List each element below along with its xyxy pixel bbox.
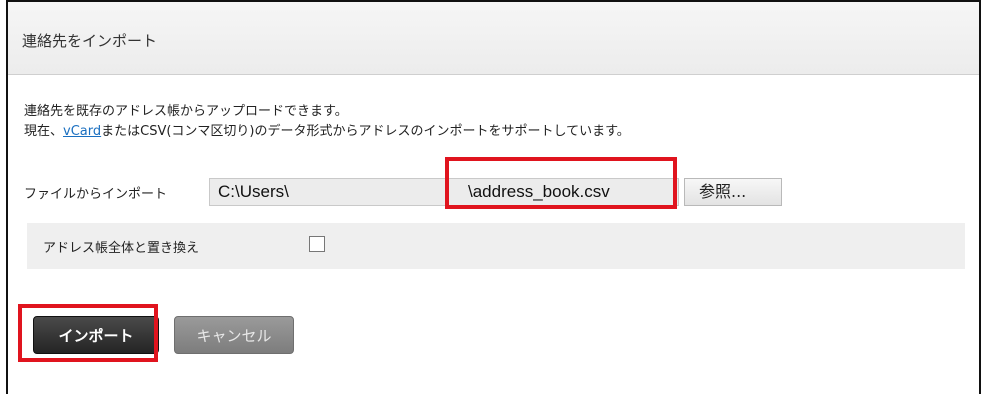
cancel-button[interactable]: キャンセル bbox=[174, 316, 294, 354]
import-contacts-dialog: 連絡先をインポート 連絡先を既存のアドレス帳からアップロードできます。 現在、v… bbox=[6, 0, 981, 394]
description-line-1: 連絡先を既存のアドレス帳からアップロードできます。 bbox=[24, 104, 348, 119]
file-import-label: ファイルからインポート bbox=[24, 187, 168, 202]
file-path-start: C:\Users\ bbox=[218, 182, 289, 201]
file-path-field[interactable]: C:\Users\ \address_book.csv bbox=[209, 178, 679, 206]
browse-button[interactable]: 参照... bbox=[684, 178, 782, 206]
vcard-link[interactable]: vCard bbox=[63, 124, 101, 139]
description-prefix: 現在、 bbox=[24, 124, 64, 139]
import-button[interactable]: インポート bbox=[33, 316, 159, 354]
file-path-end: \address_book.csv bbox=[468, 182, 610, 201]
dialog-header: 連絡先をインポート bbox=[8, 2, 979, 75]
replace-addressbook-checkbox[interactable] bbox=[309, 236, 325, 252]
replace-addressbook-label: アドレス帳全体と置き換え bbox=[43, 241, 200, 256]
dialog-title: 連絡先をインポート bbox=[22, 32, 158, 50]
replace-addressbook-row: アドレス帳全体と置き換え bbox=[27, 223, 965, 269]
description-suffix: またはCSV(コンマ区切り)のデータ形式からアドレスのインポートをサポートしてい… bbox=[101, 124, 630, 139]
description-line-2: 現在、vCardまたはCSV(コンマ区切り)のデータ形式からアドレスのインポート… bbox=[24, 120, 630, 139]
